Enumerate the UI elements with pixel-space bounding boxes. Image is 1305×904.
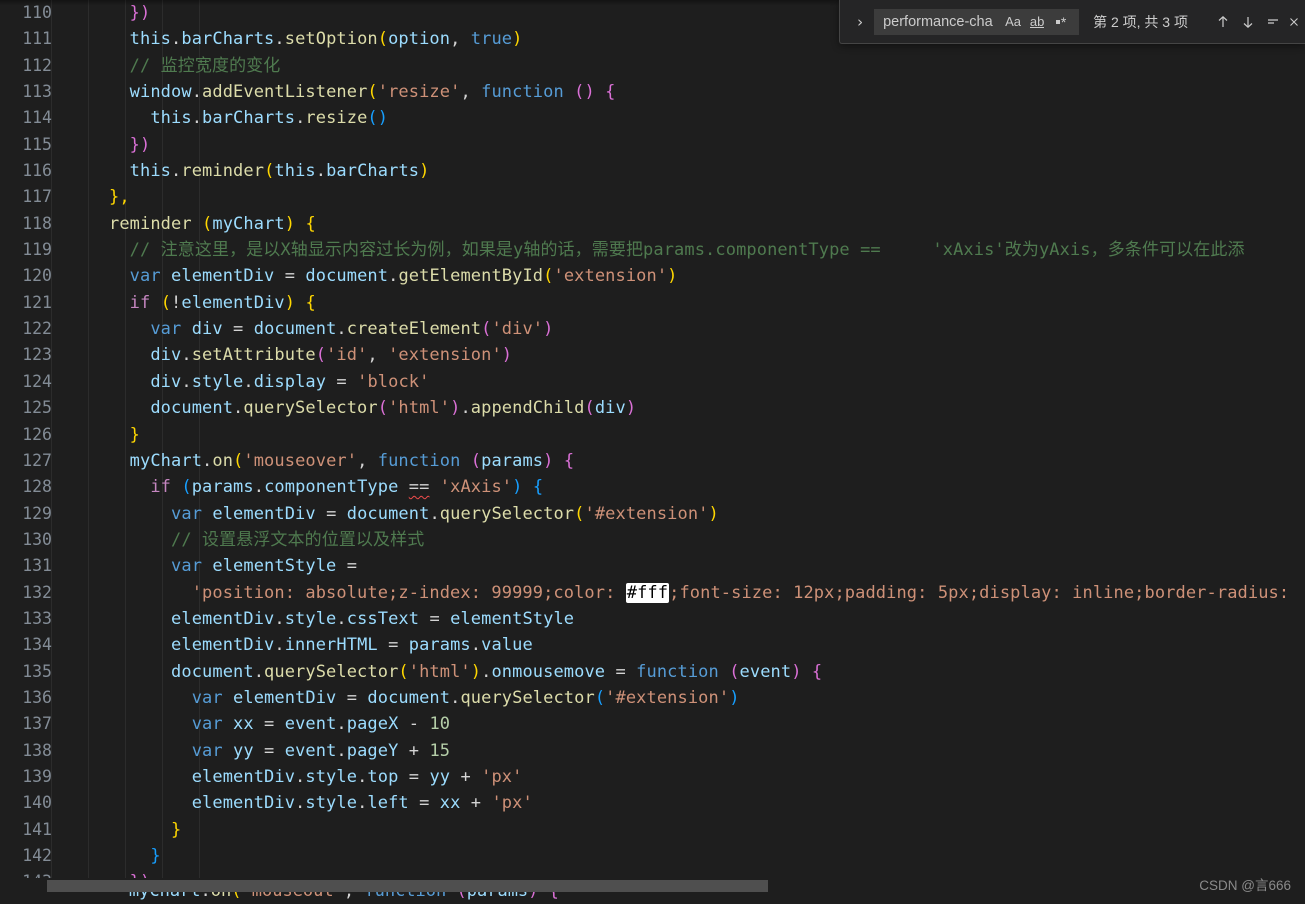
line-number: 130	[22, 529, 52, 549]
csdn-watermark: CSDN @言666	[1199, 878, 1291, 893]
line-number: 115	[22, 134, 52, 154]
whole-word-label: ab	[1029, 13, 1045, 29]
line-number: 131	[22, 556, 52, 576]
code-line: var elementDiv = document.querySelector(…	[47, 687, 740, 708]
line-number: 138	[22, 740, 52, 760]
line-number: 136	[22, 687, 52, 707]
line-number-gutter: 110 111 112 113 114 115 116 117 118 119 120 121 122 1…	[0, 0, 52, 904]
code-line: elementDiv.style.left = xx + 'px'	[47, 793, 533, 814]
line-number: 119	[22, 240, 52, 260]
find-input-wrap[interactable]: Aa ab *	[874, 8, 1080, 35]
next-match-icon[interactable]	[1235, 9, 1260, 35]
close-find-icon[interactable]	[1285, 9, 1301, 35]
code-line-comment: // 设置悬浮文本的位置以及样式	[47, 529, 425, 550]
code-line: elementDiv.style.cssText = elementStyle	[47, 608, 575, 629]
code-line: if (!elementDiv) {	[47, 292, 316, 313]
line-number: 122	[22, 319, 52, 339]
code-line: window.addEventListener('resize', functi…	[47, 82, 616, 103]
match-case-icon[interactable]: Aa	[1002, 12, 1024, 32]
code-line: }	[47, 819, 182, 840]
line-number: 129	[22, 503, 52, 523]
line-number: 116	[22, 161, 52, 181]
code-content[interactable]: }) this.barCharts.setOption(option, true…	[47, 0, 1305, 904]
code-line: if (params.componentType == 'xAxis') {	[47, 477, 544, 498]
match-whole-word-icon[interactable]: ab	[1026, 12, 1048, 32]
code-line-comment: // 注意这里，是以X轴显示内容过长为例，如果是y轴的话，需要把params.c…	[47, 240, 1245, 261]
match-count-label: 第 2 项, 共 3 项	[1093, 13, 1188, 30]
regex-star: *	[1060, 13, 1067, 30]
line-number: 128	[22, 477, 52, 497]
find-actions	[1210, 9, 1301, 35]
code-line: var yy = event.pageY + 15	[47, 740, 451, 761]
code-line: })	[47, 134, 151, 155]
code-line: myChart.on('mouseover', function (params…	[47, 450, 575, 471]
code-line: elementDiv.style.top = yy + 'px'	[47, 766, 523, 787]
line-number: 114	[22, 108, 52, 128]
line-number: 110	[22, 3, 52, 22]
line-number: 142	[22, 846, 52, 865]
code-line: div.style.display = 'block'	[47, 371, 430, 392]
line-number: 118	[22, 213, 52, 233]
line-number: 141	[22, 819, 52, 839]
line-number: 121	[22, 292, 52, 312]
line-number: 140	[22, 793, 52, 813]
line-number: 124	[22, 371, 52, 391]
line-number: 120	[22, 266, 52, 286]
line-number: 133	[22, 608, 52, 628]
code-line: this.reminder(this.barCharts)	[47, 161, 430, 182]
code-line: var elementDiv = document.getElementById…	[47, 266, 678, 287]
code-line-color: 'position: absolute;z-index: 99999;color…	[47, 582, 1290, 603]
search-input[interactable]	[883, 10, 1002, 33]
code-line: document.querySelector('html').appendChi…	[47, 398, 637, 419]
code-line: this.barCharts.resize()	[47, 108, 389, 129]
code-line: document.querySelector('html').onmousemo…	[47, 661, 823, 682]
code-line: elementDiv.innerHTML = params.value	[47, 635, 533, 656]
line-number: 111	[22, 29, 52, 49]
line-number: 132	[22, 582, 52, 602]
horizontal-scrollbar[interactable]	[47, 880, 768, 892]
use-regex-icon[interactable]: *	[1050, 12, 1072, 32]
line-number: 112	[22, 55, 52, 75]
regex-dot	[1055, 19, 1060, 24]
line-number: 113	[22, 82, 52, 102]
editor-window: 110 111 112 113 114 115 116 117 118 119 120 121 122 1…	[0, 0, 1305, 904]
code-line: }	[47, 424, 141, 445]
line-number: 127	[22, 450, 52, 470]
code-line: div.setAttribute('id', 'extension')	[47, 345, 513, 366]
color-swatch-fff[interactable]: #fff	[625, 582, 670, 603]
line-number: 126	[22, 424, 52, 444]
line-number: 139	[22, 766, 52, 786]
line-number: 125	[22, 398, 52, 418]
whole-word-underline	[1030, 26, 1045, 28]
line-number: 117	[22, 187, 52, 207]
toggle-replace-chevron-icon[interactable]: ›	[850, 13, 870, 31]
line-number: 123	[22, 345, 52, 365]
line-number: 135	[22, 661, 52, 681]
code-line: var elementStyle =	[47, 556, 358, 577]
code-line-comment: // 监控宽度的变化	[47, 55, 281, 76]
find-in-selection-icon[interactable]	[1260, 9, 1285, 35]
code-line: reminder (myChart) {	[47, 213, 316, 234]
code-line: var xx = event.pageX - 10	[47, 714, 451, 735]
code-line: },	[47, 187, 130, 208]
line-number: 137	[22, 714, 52, 734]
code-line: }	[47, 846, 161, 866]
line-number: 134	[22, 635, 52, 655]
find-widget[interactable]: › Aa ab * 第 2 项, 共 3 项	[839, 0, 1305, 44]
code-line: var div = document.createElement('div')	[47, 319, 554, 340]
code-line: var elementDiv = document.querySelector(…	[47, 503, 719, 524]
previous-match-icon[interactable]	[1210, 9, 1235, 35]
